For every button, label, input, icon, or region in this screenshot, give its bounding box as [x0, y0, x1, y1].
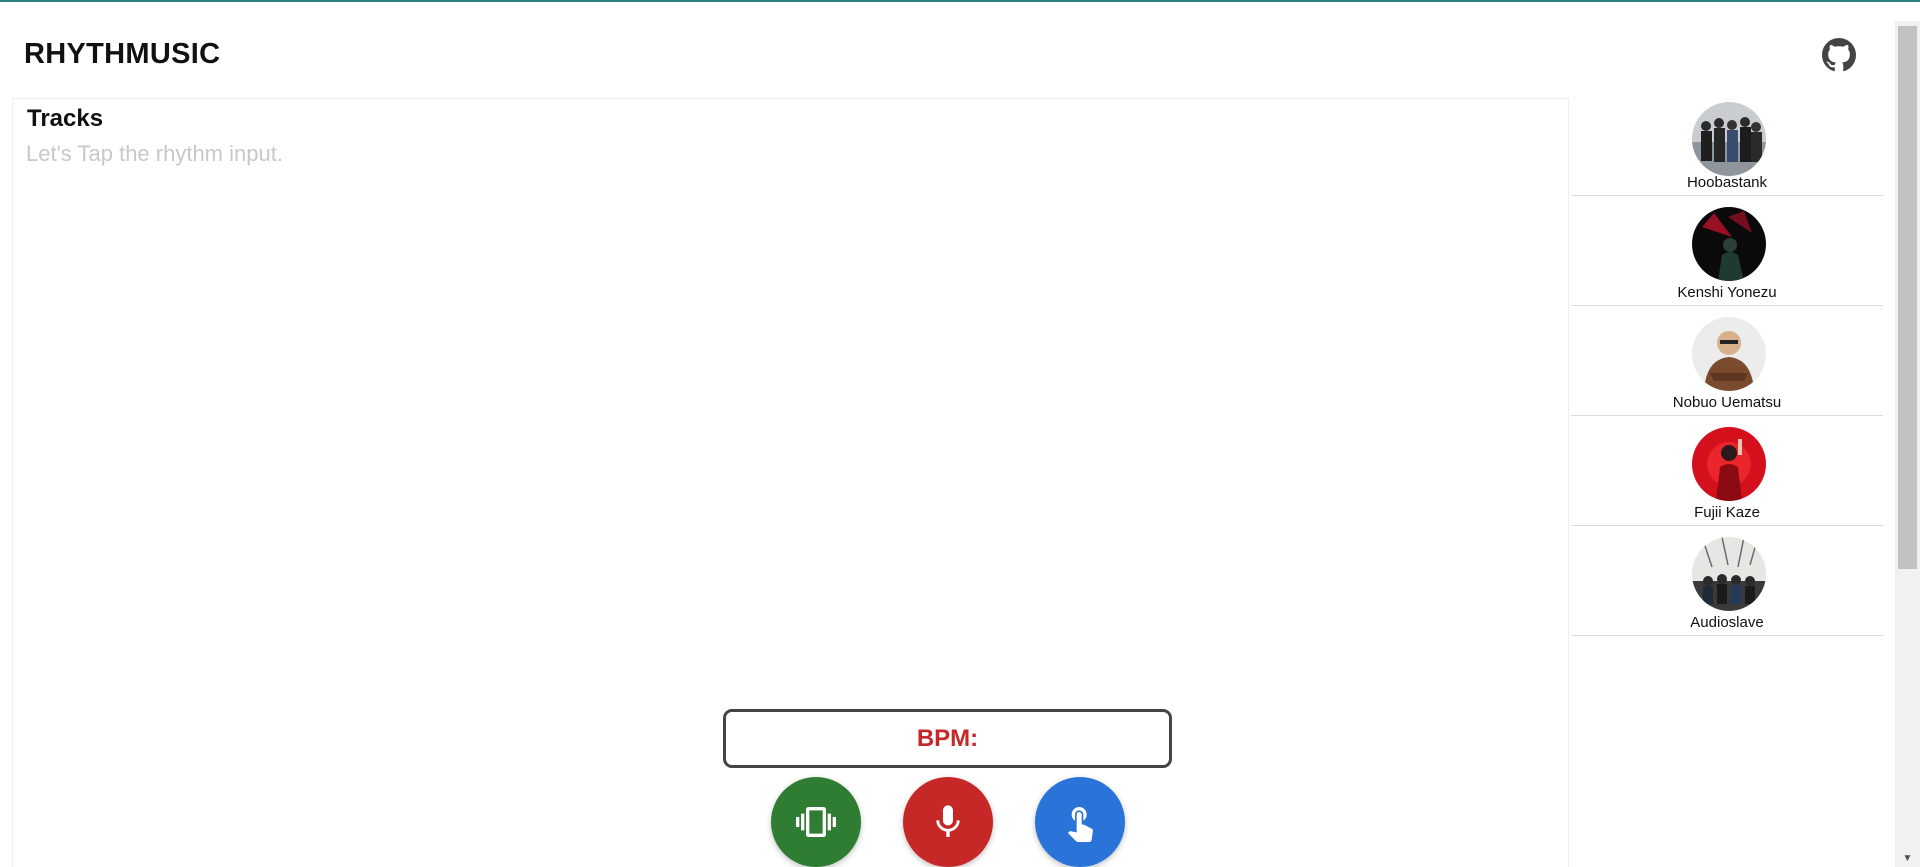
artist-item-fujii-kaze[interactable]: Fujii Kaze — [1571, 416, 1883, 526]
tap-button[interactable] — [1035, 777, 1125, 867]
scroll-down-arrow-icon[interactable]: ▼ — [1895, 850, 1920, 867]
bpm-display: BPM: — [723, 709, 1172, 768]
tracks-empty-placeholder: Let's Tap the rhythm input. — [26, 141, 283, 166]
tap-hand-icon — [1060, 802, 1100, 842]
artist-avatar — [1692, 427, 1766, 501]
artist-avatar — [1692, 537, 1766, 611]
artist-avatar — [1692, 317, 1766, 391]
artist-list: Hoobastank Kenshi Yonezu Nobuo Uematsu F… — [1571, 98, 1883, 636]
artist-name: Audioslave — [1690, 614, 1764, 631]
vibrate-button[interactable] — [771, 777, 861, 867]
top-accent-line — [0, 0, 1920, 2]
github-icon — [1822, 38, 1856, 72]
vertical-scrollbar[interactable]: ▲ ▼ — [1895, 21, 1920, 867]
microphone-icon — [928, 802, 968, 842]
artist-name: Hoobastank — [1686, 174, 1768, 191]
microphone-button[interactable] — [903, 777, 993, 867]
artist-name: Kenshi Yonezu — [1677, 284, 1777, 301]
artist-item-audioslave[interactable]: Audioslave — [1571, 526, 1883, 636]
app-title: RHYTHMUSIC — [24, 38, 221, 70]
github-link[interactable] — [1822, 38, 1856, 72]
tracks-heading: Tracks — [27, 105, 104, 132]
artist-item-hoobastank[interactable]: Hoobastank — [1571, 98, 1883, 196]
artist-name: Fujii Kaze — [1694, 504, 1760, 521]
artist-name: Nobuo Uematsu — [1672, 394, 1782, 411]
artist-item-kenshi-yonezu[interactable]: Kenshi Yonezu — [1571, 196, 1883, 306]
artist-avatar — [1692, 207, 1766, 281]
vibrate-icon — [796, 802, 836, 842]
artist-avatar — [1692, 102, 1766, 176]
artist-item-nobuo-uematsu[interactable]: Nobuo Uematsu — [1571, 306, 1883, 416]
bpm-label: BPM: — [916, 724, 979, 752]
scrollbar-thumb[interactable] — [1898, 26, 1917, 569]
